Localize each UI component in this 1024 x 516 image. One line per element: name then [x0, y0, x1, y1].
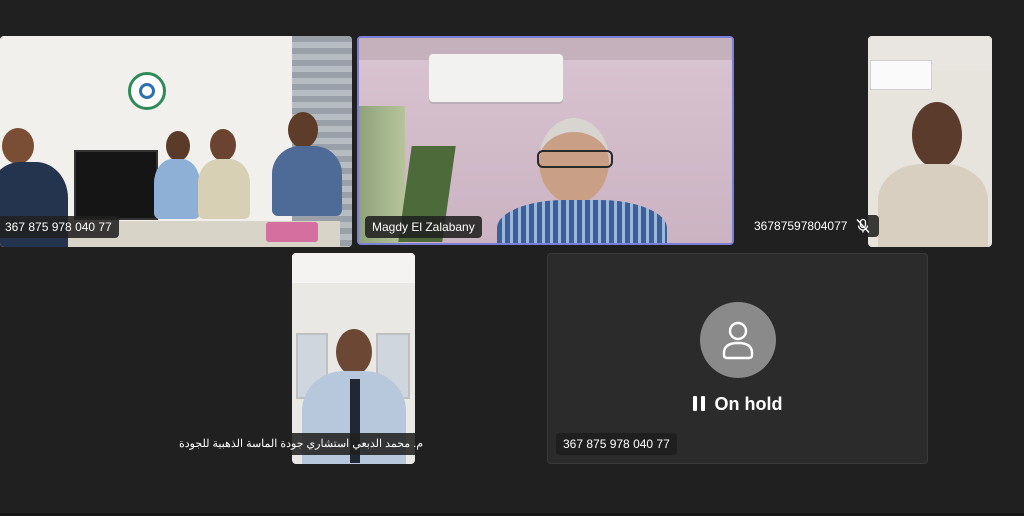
- participant-name-label: 367 875 978 040 77: [0, 216, 119, 238]
- organization-logo: [128, 72, 166, 110]
- video-tile-muted-participant[interactable]: [868, 36, 992, 247]
- participant-name-label: Magdy El Zalabany: [365, 216, 482, 238]
- monitor: [74, 150, 158, 220]
- hold-status: On hold: [548, 394, 927, 415]
- video-tile-room[interactable]: 367 875 978 040 77: [0, 36, 352, 247]
- participant-name-label: 367 875 978 040 77: [556, 433, 677, 455]
- video-tile-active-speaker[interactable]: Magdy El Zalabany: [357, 36, 734, 245]
- participant-video: [868, 36, 992, 247]
- pause-icon: [692, 395, 705, 411]
- participant-name-label: م. محمد الدبعي استشاري جودة الماسة الذهب…: [172, 433, 431, 455]
- participant-id-text: 36787597804077: [754, 219, 848, 233]
- air-conditioner: [429, 54, 563, 102]
- person-avatar-icon: [700, 302, 776, 378]
- mic-off-icon: [856, 218, 870, 233]
- air-conditioner: [870, 60, 932, 90]
- participant-name-label: 36787597804077: [747, 215, 880, 237]
- speaker-video: [359, 38, 732, 243]
- hold-status-text: On hold: [714, 394, 783, 414]
- video-tile-on-hold[interactable]: On hold 367 875 978 040 77: [547, 253, 928, 464]
